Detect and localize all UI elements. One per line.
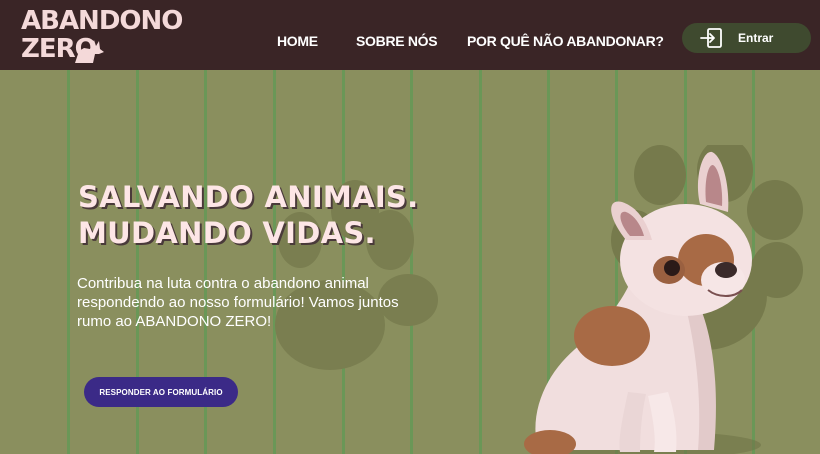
hero-title-line2: MUDANDO VIDAS. (78, 216, 376, 250)
dog-logo-icon (75, 40, 104, 63)
stripe (67, 70, 70, 454)
nav-sobre-nos[interactable]: SOBRE NÓS (356, 33, 438, 49)
stripe (479, 70, 482, 454)
login-button[interactable]: Entrar (682, 23, 811, 53)
nav-home[interactable]: HOME (277, 33, 318, 49)
top-navbar: ABANDONO ZERO HOME SOBRE NÓS POR QUÊ NÃO… (0, 0, 820, 70)
hero-section: SALVANDO ANIMAIS. MUDANDO VIDAS. Contrib… (0, 70, 820, 454)
responder-formulario-button[interactable]: RESPONDER AO FORMULÁRIO (84, 377, 238, 407)
logo-text-line1: ABANDONO (21, 6, 183, 36)
nav-por-que-nao-abandonar[interactable]: POR QUÊ NÃO ABANDONAR? (467, 33, 664, 49)
login-label: Entrar (738, 31, 774, 45)
hero-description: Contribua na luta contra o abandono anim… (77, 275, 399, 330)
login-arrow-icon (700, 28, 722, 48)
french-bulldog-image (524, 151, 761, 454)
hero-title-line1: SALVANDO ANIMAIS. (78, 180, 419, 214)
brand-logo[interactable]: ABANDONO ZERO (21, 8, 183, 64)
